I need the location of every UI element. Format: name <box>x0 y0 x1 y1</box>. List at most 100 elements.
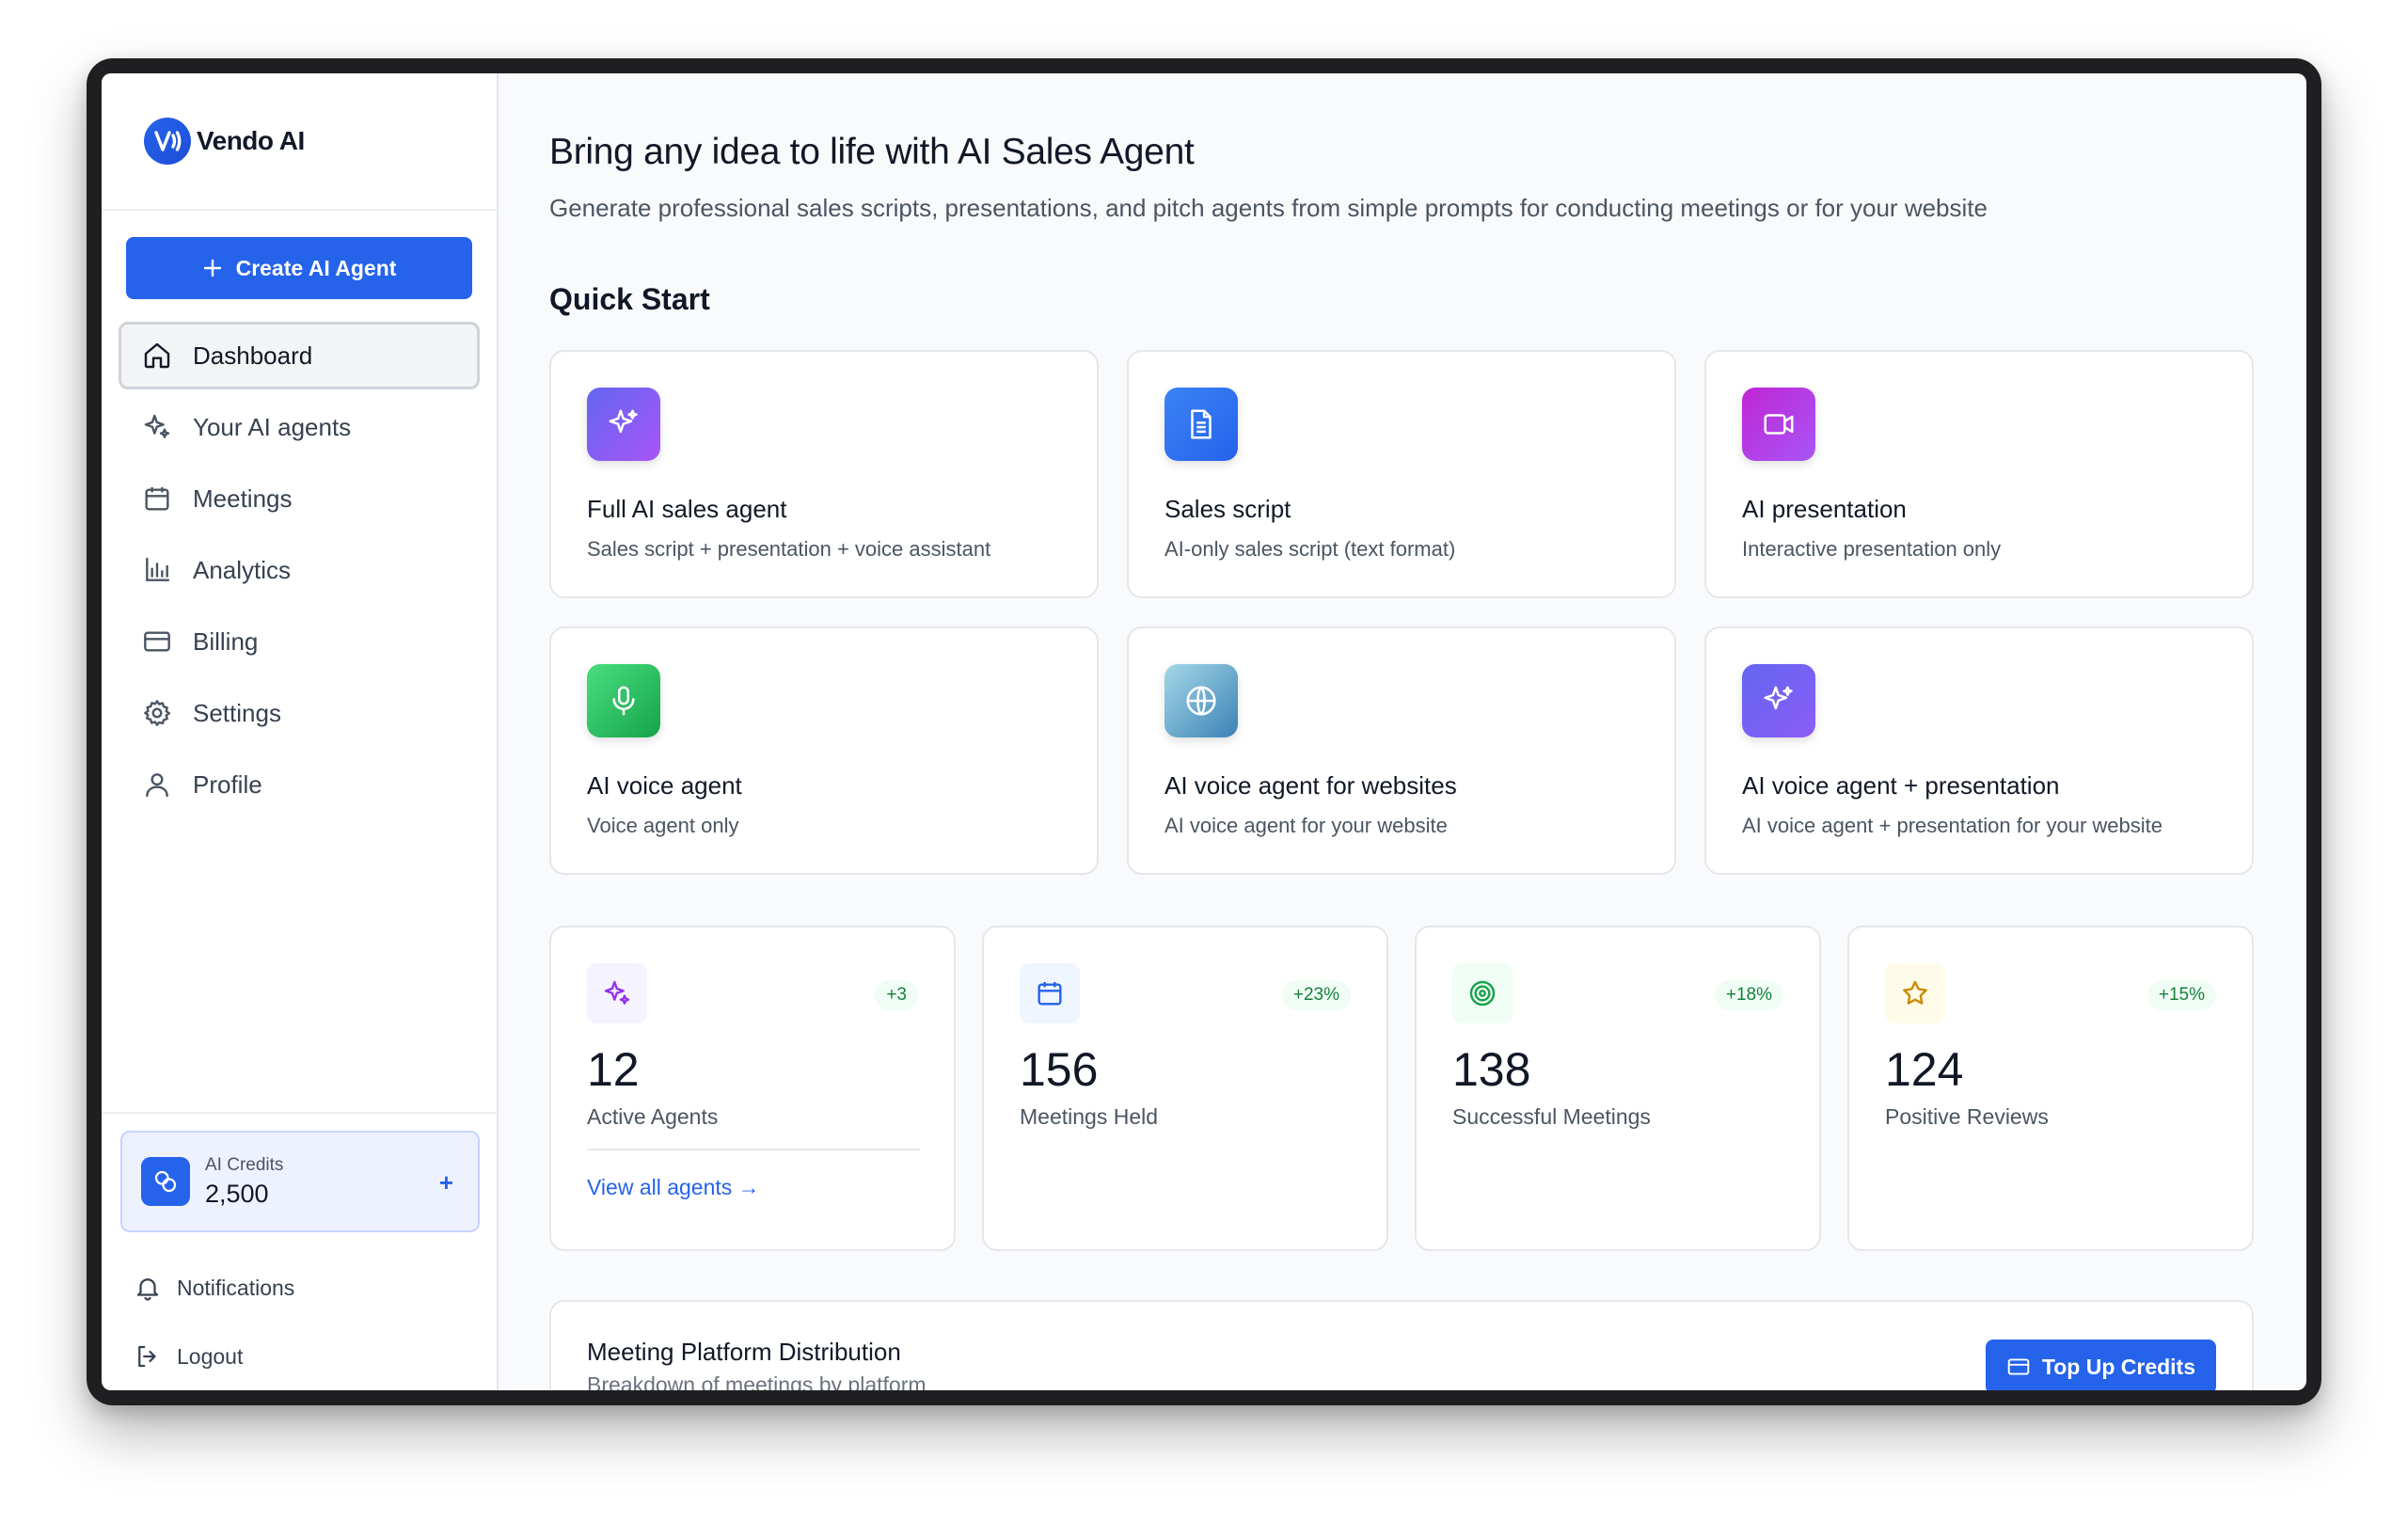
logo[interactable]: Vendo AI <box>102 73 497 211</box>
sidebar-item-label: Dashboard <box>193 341 313 370</box>
create-ai-agent-button[interactable]: Create AI Agent <box>126 237 472 299</box>
quick-start-title: Full AI sales agent <box>587 495 787 523</box>
stat-value: 138 <box>1452 1043 1531 1096</box>
sidebar-nav: Dashboard Your AI agents Meetings Analyt… <box>119 322 480 822</box>
status-badge: +3 <box>875 980 918 1010</box>
main-content: Bring any idea to life with AI Sales Age… <box>499 73 2306 1390</box>
top-up-credits-button[interactable]: Top Up Credits <box>1985 1340 2216 1390</box>
globe-icon <box>1164 664 1238 737</box>
quick-start-ai-voice-agent-presentation[interactable]: AI voice agent + presentation AI voice a… <box>1704 626 2254 875</box>
stats-row: +3 12 Active Agents View all agents → +2… <box>549 926 2254 1251</box>
quick-start-title: Quick Start <box>549 282 710 316</box>
sidebar-item-analytics[interactable]: Analytics <box>119 536 480 604</box>
meeting-platform-distribution-card: Meeting Platform Distribution Breakdown … <box>549 1300 2254 1390</box>
status-badge: +23% <box>1281 980 1351 1010</box>
stat-value: 12 <box>587 1043 640 1096</box>
quick-start-ai-voice-agent-websites[interactable]: AI voice agent for websites AI voice age… <box>1127 626 1676 875</box>
star-icon <box>1885 963 1945 1023</box>
sparkles-icon <box>587 388 660 461</box>
sidebar-item-your-ai-agents[interactable]: Your AI agents <box>119 393 480 461</box>
sidebar-item-billing[interactable]: Billing <box>119 608 480 675</box>
stat-label: Meetings Held <box>1020 1104 1159 1129</box>
user-icon <box>146 773 168 798</box>
stat-label: Successful Meetings <box>1452 1104 1651 1129</box>
create-ai-agent-label: Create AI Agent <box>235 255 397 280</box>
sidebar-item-label: Analytics <box>193 555 292 584</box>
quick-start-desc: Interactive presentation only <box>1742 537 2002 561</box>
microphone-icon <box>587 664 660 737</box>
stat-value: 156 <box>1020 1043 1099 1096</box>
bell-icon <box>136 1278 159 1301</box>
video-icon <box>1742 388 1815 461</box>
sparkles-icon <box>144 414 170 438</box>
sidebar-divider <box>102 1112 497 1114</box>
credits-label: AI Credits <box>205 1154 284 1175</box>
quick-start-ai-presentation[interactable]: AI presentation Interactive presentation… <box>1704 350 2254 598</box>
quick-start-title: AI voice agent + presentation <box>1742 771 2060 800</box>
document-icon <box>1164 388 1238 461</box>
app-window: Vendo AI Create AI Agent Dashboard Your … <box>102 73 2306 1390</box>
quick-start-sales-script[interactable]: Sales script AI-only sales script (text … <box>1127 350 1676 598</box>
stat-label: Positive Reviews <box>1885 1104 2049 1129</box>
logout-link[interactable]: Logout <box>134 1342 243 1371</box>
sparkles-icon <box>1742 664 1815 737</box>
quick-start-title: AI voice agent for websites <box>1164 771 1457 800</box>
logout-icon <box>138 1345 156 1368</box>
vendo-logo-icon <box>144 118 191 165</box>
calendar-icon <box>145 487 169 511</box>
sidebar-item-dashboard[interactable]: Dashboard <box>119 322 480 389</box>
coins-icon <box>141 1157 190 1206</box>
calendar-icon <box>1020 963 1080 1023</box>
page-subtitle: Generate professional sales scripts, pre… <box>549 194 1988 222</box>
sidebar-item-label: Settings <box>193 698 281 727</box>
stat-value: 124 <box>1885 1043 1964 1096</box>
gear-icon <box>144 700 171 726</box>
distribution-subtitle: Breakdown of meetings by platform <box>587 1372 927 1390</box>
quick-start-full-ai-sales-agent[interactable]: Full AI sales agent Sales script + prese… <box>549 350 1099 598</box>
sidebar-item-label: Billing <box>193 626 259 656</box>
quick-start-title: Sales script <box>1164 495 1291 523</box>
home-icon <box>144 342 170 369</box>
plus-icon <box>203 259 221 277</box>
status-badge: +18% <box>1714 980 1783 1010</box>
quick-start-ai-voice-agent[interactable]: AI voice agent Voice agent only <box>549 626 1099 875</box>
app-name: Vendo AI <box>197 126 305 155</box>
credit-card-icon <box>144 631 170 652</box>
quick-start-title: AI presentation <box>1742 495 1907 523</box>
status-badge: +15% <box>2147 980 2216 1010</box>
sidebar-item-label: Your AI agents <box>193 412 352 441</box>
quick-start-grid: Full AI sales agent Sales script + prese… <box>549 350 2254 875</box>
stat-card-successful-meetings: +18% 138 Successful Meetings <box>1415 926 1821 1251</box>
sidebar-item-settings[interactable]: Settings <box>119 679 480 747</box>
stat-card-active-agents: +3 12 Active Agents View all agents → <box>549 926 956 1251</box>
bar-chart-icon <box>146 557 170 581</box>
quick-start-desc: AI voice agent for your website <box>1164 814 1448 837</box>
sidebar-item-label: Profile <box>193 769 262 799</box>
credits-value: 2,500 <box>205 1179 269 1208</box>
add-credits-button[interactable]: + <box>439 1168 453 1197</box>
sidebar: Vendo AI Create AI Agent Dashboard Your … <box>102 73 499 1390</box>
device-frame: Vendo AI Create AI Agent Dashboard Your … <box>87 58 2321 1405</box>
stat-card-positive-reviews: +15% 124 Positive Reviews <box>1847 926 2254 1251</box>
stat-card-meetings-held: +23% 156 Meetings Held <box>982 926 1388 1251</box>
credit-card-icon <box>2007 1358 2030 1375</box>
logout-label: Logout <box>177 1343 244 1369</box>
divider <box>587 1149 920 1150</box>
quick-start-desc: Sales script + presentation + voice assi… <box>587 537 991 561</box>
notifications-link[interactable]: Notifications <box>134 1274 294 1302</box>
sparkles-icon <box>587 963 647 1023</box>
ai-credits-card[interactable]: AI Credits 2,500 + <box>120 1131 480 1232</box>
top-up-credits-label: Top Up Credits <box>2041 1354 2195 1379</box>
view-all-agents-link[interactable]: View all agents → <box>587 1175 760 1200</box>
distribution-title: Meeting Platform Distribution <box>587 1338 901 1366</box>
sidebar-item-profile[interactable]: Profile <box>119 751 480 818</box>
page-title: Bring any idea to life with AI Sales Age… <box>549 132 1195 172</box>
quick-start-desc: AI-only sales script (text format) <box>1164 537 1456 561</box>
sidebar-item-label: Meetings <box>193 484 293 513</box>
quick-start-desc: Voice agent only <box>587 814 739 837</box>
quick-start-desc: AI voice agent + presentation for your w… <box>1742 814 2162 837</box>
sidebar-item-meetings[interactable]: Meetings <box>119 465 480 532</box>
target-icon <box>1452 963 1513 1023</box>
notifications-label: Notifications <box>177 1275 295 1300</box>
quick-start-title: AI voice agent <box>587 771 742 800</box>
